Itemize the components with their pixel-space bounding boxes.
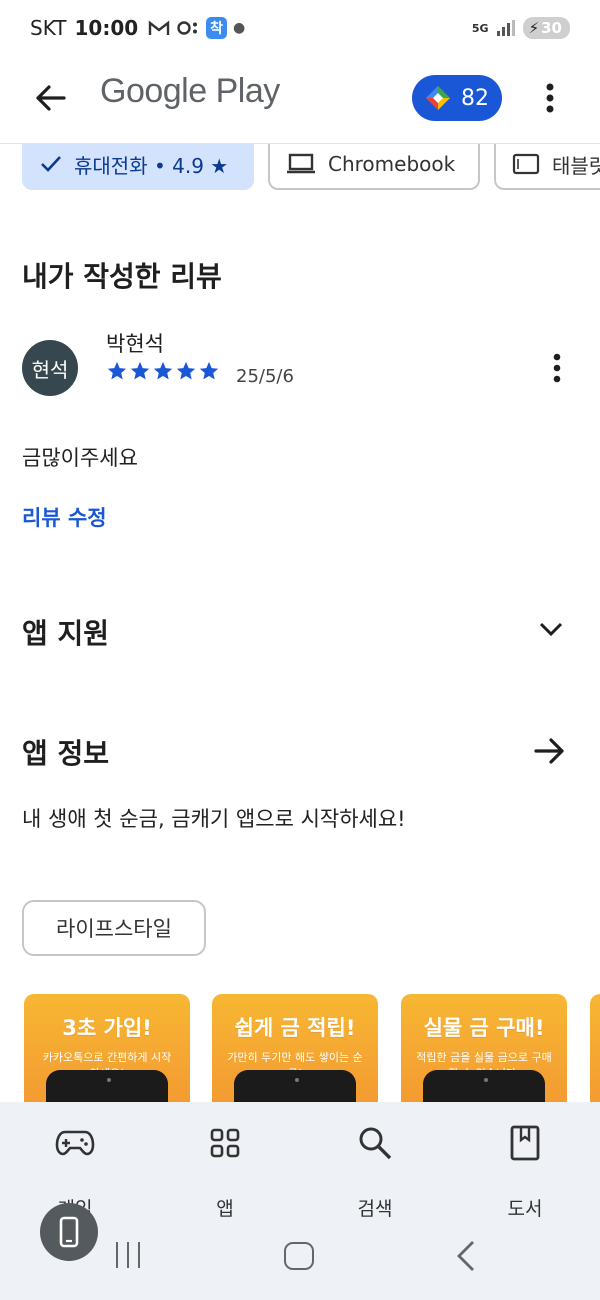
points-count: 82 xyxy=(461,85,489,111)
check-icon xyxy=(41,156,61,172)
screenshot-title: 실물 금 구매! xyxy=(423,1016,545,1040)
more-options-button[interactable] xyxy=(530,78,570,118)
nav-apps-label: 앱 xyxy=(216,1198,234,1220)
screenshot-title: 3초 가입! xyxy=(62,1016,152,1040)
app-info-heading[interactable]: 앱 정보 xyxy=(22,732,109,772)
chip-chromebook-label: Chromebook xyxy=(328,152,456,176)
battery-indicator: ⚡ 30 xyxy=(522,17,570,39)
charging-icon: ⚡ xyxy=(528,19,540,37)
star-icon xyxy=(107,361,127,380)
chip-chromebook[interactable]: Chromebook xyxy=(268,144,480,190)
my-review-heading: 내가 작성한 리뷰 xyxy=(22,260,222,293)
app-info-arrow-button[interactable] xyxy=(530,732,570,770)
star-icon xyxy=(199,361,219,380)
star-rating xyxy=(106,360,220,382)
status-bar: SKT 10:00 착 ● 5G ⚡ 30 xyxy=(0,0,600,56)
gmail-icon xyxy=(148,20,170,35)
more-vert-icon xyxy=(553,353,561,383)
carrier-label: SKT xyxy=(30,16,67,40)
star-icon xyxy=(153,361,173,380)
edit-review-link[interactable]: 리뷰 수정 xyxy=(22,502,107,532)
tablet-icon xyxy=(512,153,540,175)
recent-apps-button[interactable] xyxy=(116,1242,140,1268)
kakao-badge: 착 xyxy=(206,17,228,39)
page-title: Google Play xyxy=(100,72,280,110)
nav-search-label: 검색 xyxy=(357,1198,393,1220)
floating-device-button[interactable] xyxy=(40,1203,98,1261)
avatar: 현석 xyxy=(22,340,78,396)
category-chip[interactable]: 라이프스타일 xyxy=(22,900,206,956)
notification-icons: 착 ● xyxy=(148,17,245,39)
dot-icon: ● xyxy=(233,20,246,36)
app-support-expand-button[interactable] xyxy=(532,612,570,646)
app-bar: Google Play 82 xyxy=(0,56,600,144)
search-icon xyxy=(359,1127,392,1160)
laptop-icon xyxy=(287,153,315,174)
nav-apps[interactable]: 앱 xyxy=(175,1120,275,1221)
app-support-heading[interactable]: 앱 지원 xyxy=(22,612,109,652)
reviewer-name: 박현석 xyxy=(106,332,164,356)
talk-icon xyxy=(177,21,198,35)
device-chip-row: 휴대전화 • 4.9 ★ Chromebook 태블릿 xyxy=(0,144,600,192)
system-icons: 5G ⚡ 30 xyxy=(472,17,570,39)
chip-tablet[interactable]: 태블릿 xyxy=(494,144,600,190)
review-text: 금많이주세요 xyxy=(22,446,138,470)
nav-books[interactable]: 도서 xyxy=(475,1120,575,1221)
chevron-left-icon xyxy=(457,1241,474,1271)
chip-phone[interactable]: 휴대전화 • 4.9 ★ xyxy=(22,144,254,190)
app-description: 내 생애 첫 순금, 금캐기 앱으로 시작하세요! xyxy=(22,807,406,831)
bookmark-book-icon xyxy=(510,1125,540,1161)
chevron-down-icon xyxy=(539,622,563,636)
home-button[interactable] xyxy=(284,1242,314,1270)
star-icon xyxy=(130,361,150,380)
nav-books-label: 도서 xyxy=(507,1198,543,1220)
arrow-left-icon xyxy=(36,85,66,111)
nav-search[interactable]: 검색 xyxy=(325,1120,425,1221)
star-icon xyxy=(176,361,196,380)
chip-phone-label: 휴대전화 • 4.9 ★ xyxy=(74,153,229,178)
screenshot-title: 쉽게 금 적립! xyxy=(234,1016,356,1040)
arrow-right-icon xyxy=(534,738,564,764)
review-date: 25/5/6 xyxy=(236,366,294,387)
play-points-icon xyxy=(426,86,450,110)
battery-level: 30 xyxy=(541,19,562,37)
signal-icon xyxy=(496,20,515,36)
system-back-button[interactable] xyxy=(455,1240,477,1276)
phone-icon xyxy=(59,1216,79,1248)
more-vert-icon xyxy=(546,83,554,113)
gamepad-icon xyxy=(55,1130,95,1156)
review-more-button[interactable] xyxy=(540,348,574,388)
network-label: 5G xyxy=(471,21,489,35)
apps-grid-icon xyxy=(210,1128,240,1158)
chip-tablet-label: 태블릿 xyxy=(552,153,600,178)
play-points-button[interactable]: 82 xyxy=(412,75,502,121)
clock: 10:00 xyxy=(74,16,139,40)
back-button[interactable] xyxy=(28,76,72,120)
